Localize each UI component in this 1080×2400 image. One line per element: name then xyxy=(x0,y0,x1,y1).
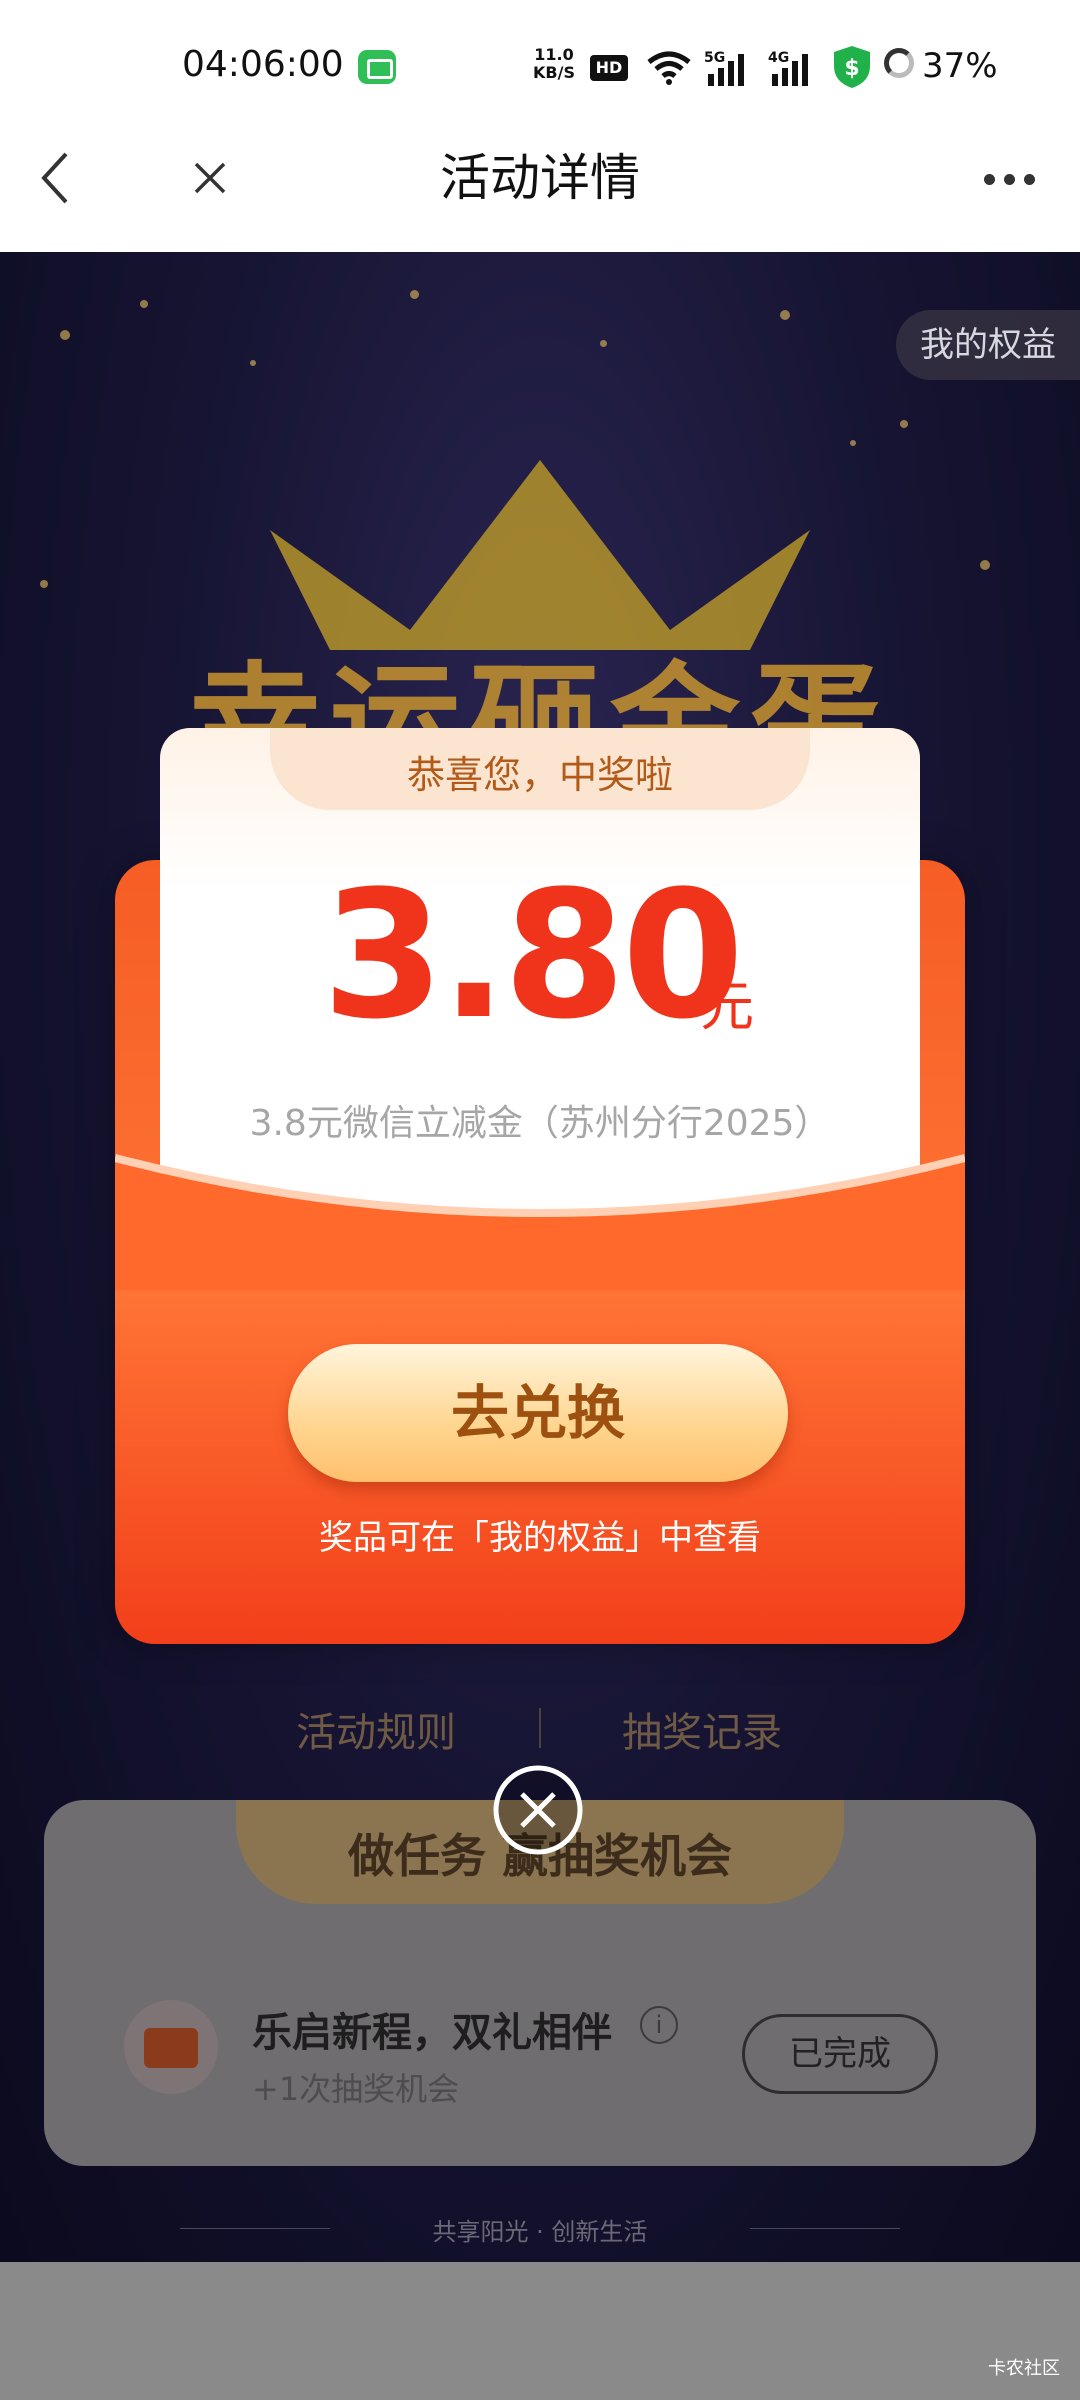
status-time: 04:06:00 xyxy=(182,44,344,85)
message-app-icon xyxy=(358,50,396,84)
signal-5g-icon: 5G xyxy=(704,50,744,86)
slogan: 共享阳光 · 创新生活 xyxy=(432,2218,648,2246)
task-status-button[interactable]: 已完成 xyxy=(742,2014,938,2094)
signal-4g-icon: 4G xyxy=(768,50,808,86)
network-speed-unit: KB/S xyxy=(533,63,575,82)
redeem-hint: 奖品可在「我的权益」中查看 xyxy=(319,1518,761,1558)
task-title: 乐启新程，双礼相伴 xyxy=(252,2010,612,2056)
signal-5g-label: 5G xyxy=(704,50,725,66)
close-modal-icon[interactable] xyxy=(492,1764,584,1856)
activity-rules-link[interactable]: 活动规则 xyxy=(296,1700,456,1758)
link-divider xyxy=(539,1708,541,1748)
network-speed: 11.0 KB/S xyxy=(530,46,578,82)
signal-4g-label: 4G xyxy=(768,50,789,66)
redeem-button[interactable]: 去兑换 xyxy=(288,1344,788,1482)
slogan-divider-right xyxy=(750,2228,900,2229)
wallet-icon xyxy=(124,2000,218,2094)
task-subtitle: +1次抽奖机会 xyxy=(252,2070,460,2108)
prize-description: 3.8元微信立减金（苏州分行2025） xyxy=(249,1103,831,1144)
info-icon[interactable]: i xyxy=(640,2006,678,2044)
prize-amount: 3.80 xyxy=(322,853,744,1058)
security-shield-icon: $ xyxy=(834,46,870,88)
my-rights-button[interactable]: 我的权益 xyxy=(896,310,1080,380)
hd-icon: HD xyxy=(590,55,628,81)
svg-text:$: $ xyxy=(844,56,859,81)
wifi-icon xyxy=(647,51,691,85)
lottery-records-link[interactable]: 抽奖记录 xyxy=(622,1700,782,1758)
page-title: 活动详情 xyxy=(440,149,640,207)
battery-percent: 37% xyxy=(922,46,998,86)
battery-icon xyxy=(884,48,914,78)
envelope-flap xyxy=(115,1150,965,1290)
prize-unit: 元 xyxy=(700,975,754,1038)
more-options-icon[interactable] xyxy=(984,170,1044,185)
watermark-text: 卡农社区 xyxy=(988,2358,1060,2379)
congrats-text: 恭喜您，中奖啦 xyxy=(406,753,673,797)
network-speed-value: 11.0 xyxy=(534,45,574,64)
bottom-bar xyxy=(0,2262,1080,2400)
